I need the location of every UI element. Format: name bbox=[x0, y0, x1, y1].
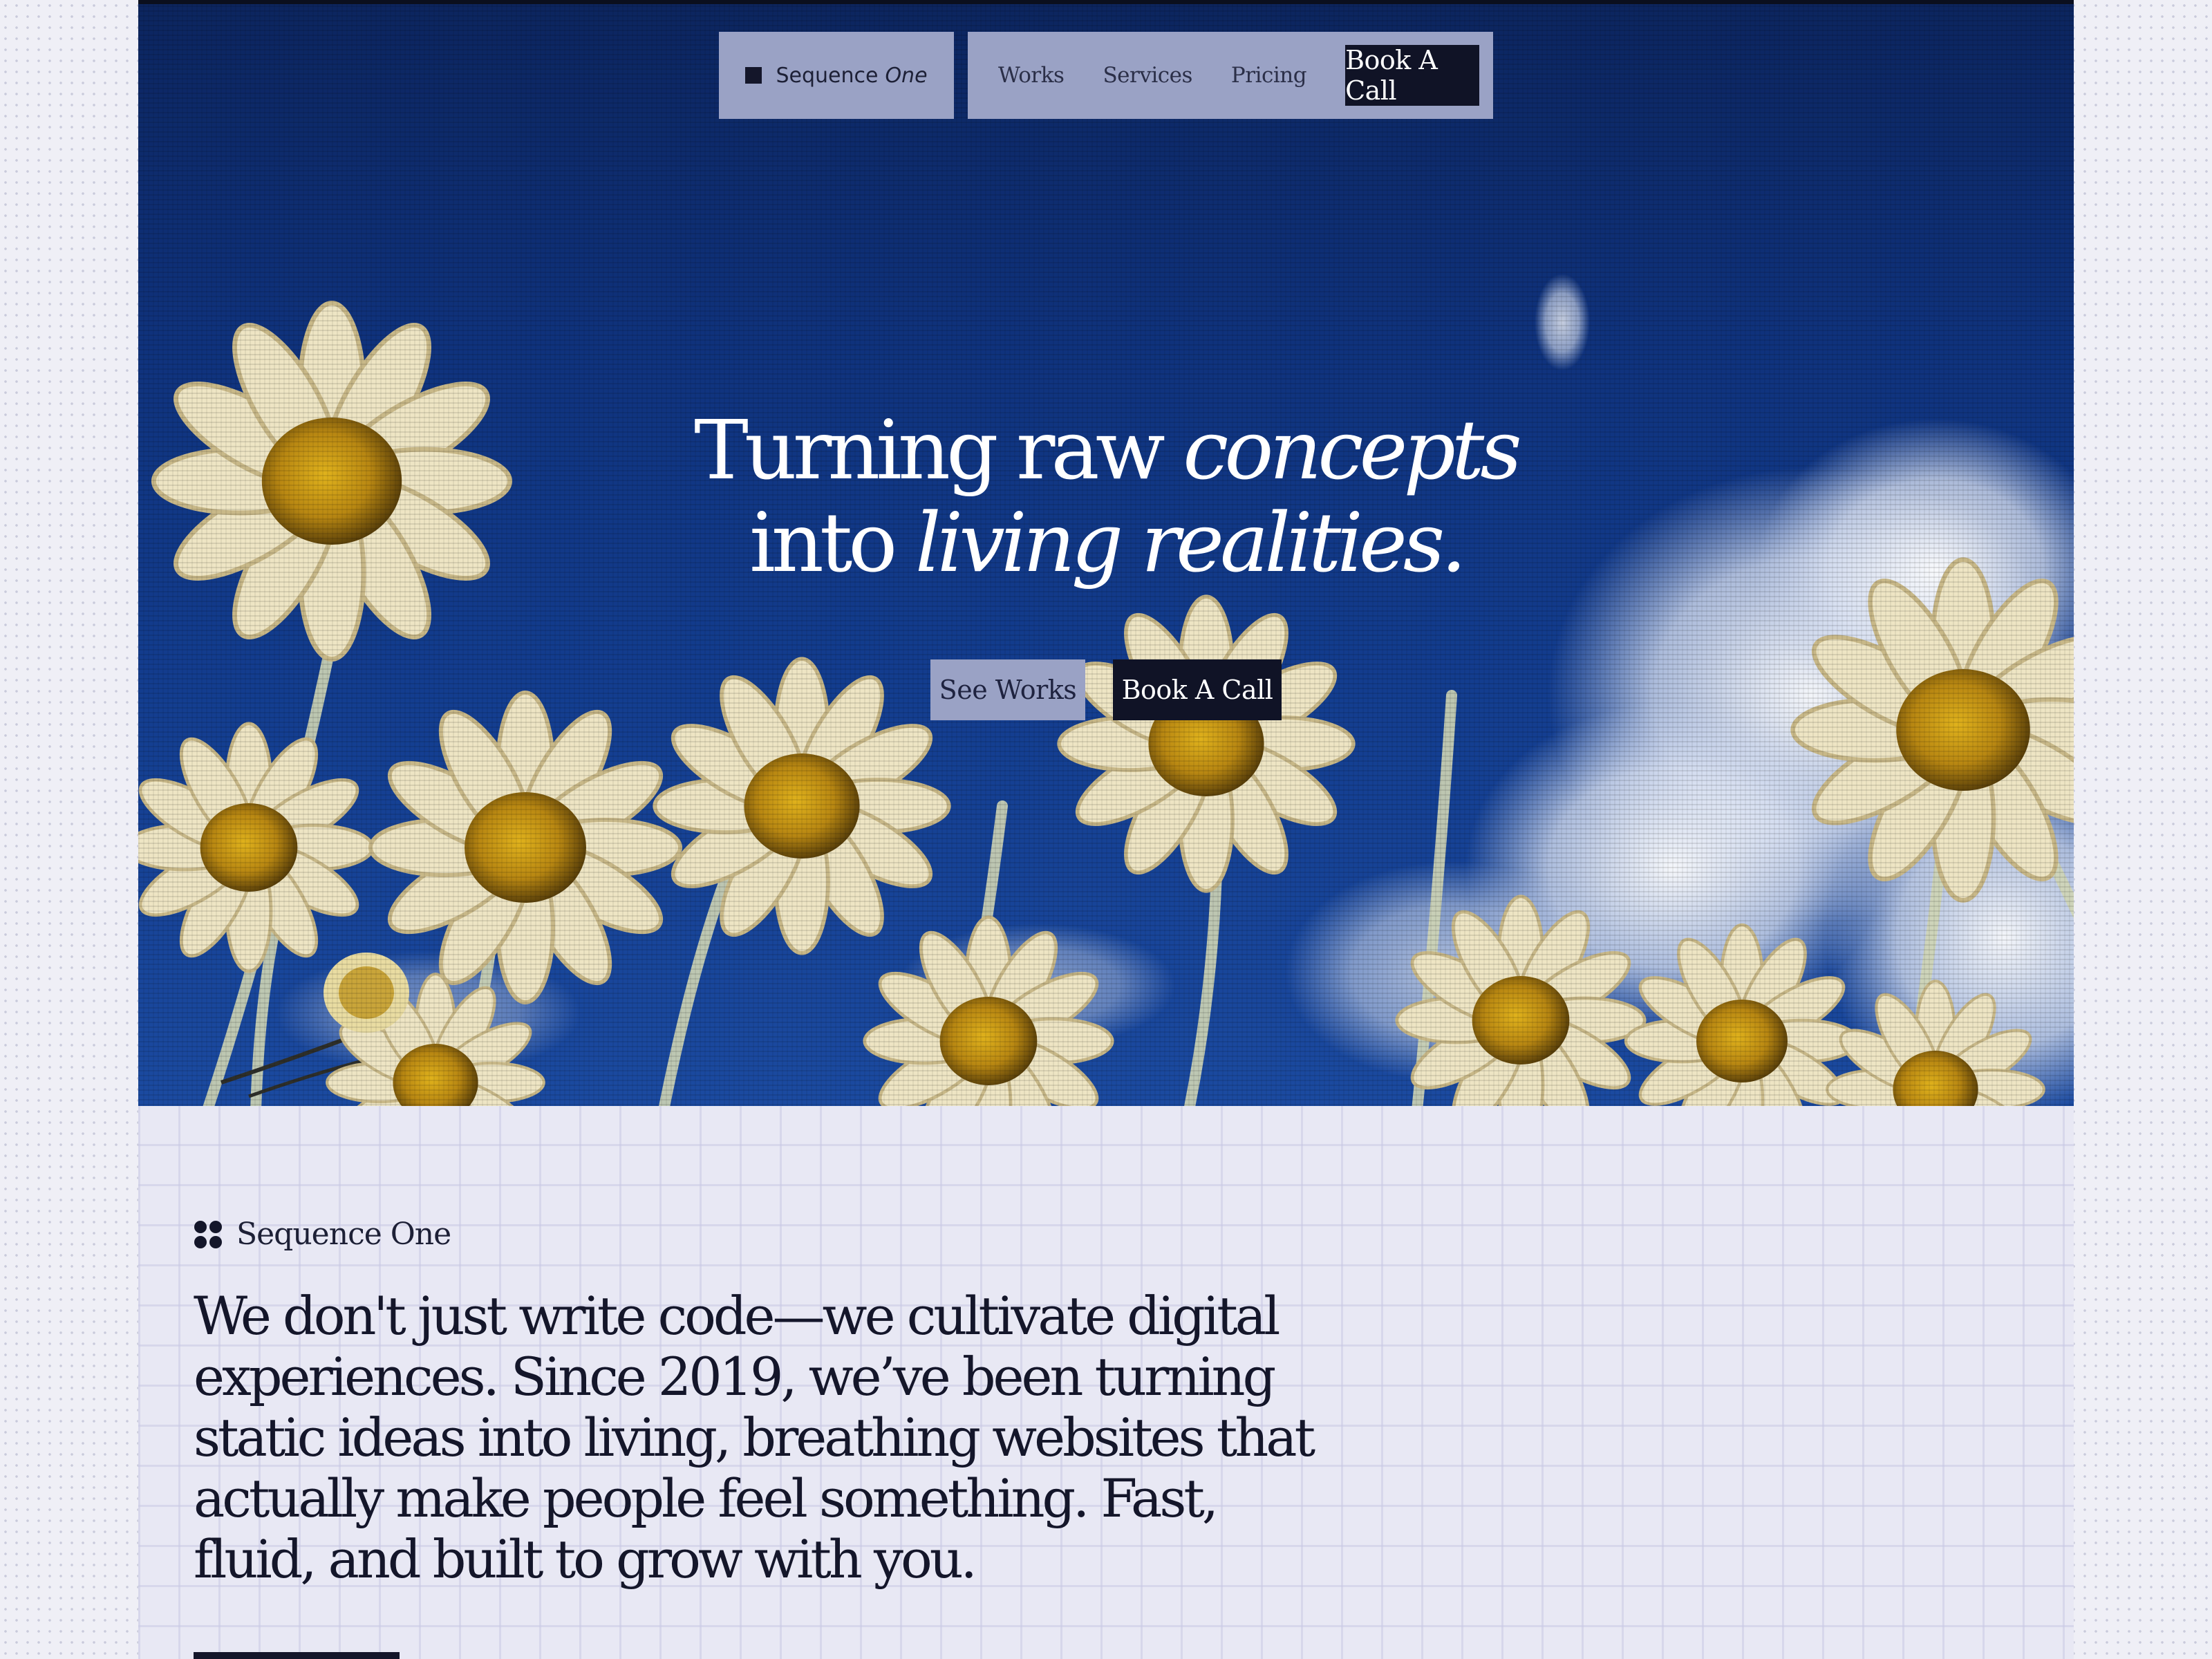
nav-link-services[interactable]: Services bbox=[1103, 63, 1192, 88]
intro-kicker-label: Sequence One bbox=[236, 1217, 451, 1252]
hero-title-line2-italic: living realities. bbox=[915, 495, 1467, 590]
square-logo-icon bbox=[745, 67, 762, 84]
four-dots-icon bbox=[194, 1220, 222, 1248]
hero-actions: See Works Book A Call bbox=[138, 659, 2074, 720]
hero-title-line1-italic: concepts bbox=[1183, 402, 1522, 498]
hero-title-line1-plain: Turning raw bbox=[694, 402, 1165, 498]
hero-book-call-button[interactable]: Book A Call bbox=[1113, 659, 1282, 720]
nav-link-pricing[interactable]: Pricing bbox=[1231, 63, 1307, 88]
hero-title-line2-plain: into bbox=[749, 495, 897, 590]
intro-paragraph: We don't just write code—we cultivate di… bbox=[194, 1285, 1315, 1590]
nav-links: Works Services Pricing Book A Call bbox=[968, 32, 1493, 119]
hero-title: Turning raw concepts into living realiti… bbox=[622, 404, 1590, 589]
intro-section: Sequence One We don't just write code—we… bbox=[138, 1106, 2074, 1659]
brand-name: Sequence bbox=[776, 63, 879, 88]
page: Sequence One Works Services Pricing Book… bbox=[138, 0, 2074, 1659]
brand-suffix: One bbox=[885, 63, 928, 88]
nav-link-works[interactable]: Works bbox=[998, 63, 1065, 88]
nav-brand[interactable]: Sequence One bbox=[719, 32, 954, 119]
nav-book-call-button[interactable]: Book A Call bbox=[1345, 45, 1479, 106]
hero-section: Sequence One Works Services Pricing Book… bbox=[138, 0, 2074, 1106]
intro-kicker: Sequence One bbox=[194, 1217, 451, 1252]
see-works-button[interactable]: See Works bbox=[930, 659, 1085, 720]
intro-button[interactable] bbox=[194, 1652, 400, 1659]
